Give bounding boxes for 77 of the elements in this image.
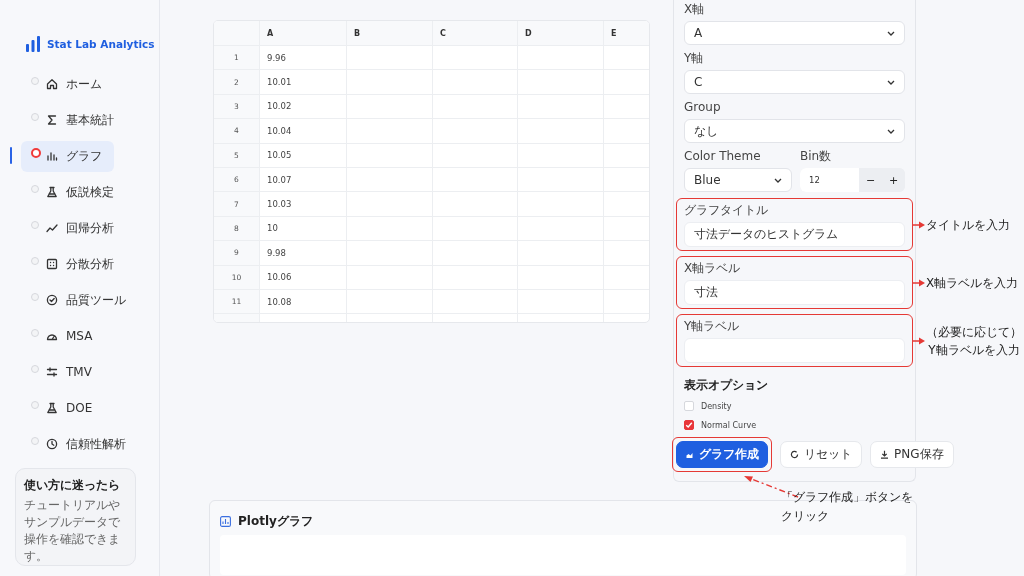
bar-chart-icon	[46, 150, 58, 162]
field-label: Color Theme	[684, 149, 762, 164]
nav-item[interactable]: 信頼性解析	[21, 428, 138, 460]
chart-icon	[220, 515, 231, 527]
field-label: Bin数	[800, 149, 833, 164]
nav-item[interactable]: MSA	[21, 320, 105, 352]
sigma-icon	[46, 114, 58, 126]
nav-item[interactable]: 品質ツール	[21, 284, 138, 316]
table-cell[interactable]: 10.08	[260, 289, 347, 314]
radio-button[interactable]	[31, 148, 41, 158]
nav-item[interactable]: 回帰分析	[21, 212, 126, 244]
table-cell[interactable]: 10.03	[260, 192, 347, 216]
table-cell[interactable]: 10.06	[260, 265, 347, 289]
column-header[interactable]: E	[604, 21, 649, 45]
checkbox-label: Density	[701, 401, 732, 411]
table-cell[interactable]: 10.07	[260, 167, 347, 192]
table-cell[interactable]: 10.01	[260, 70, 347, 94]
column-header[interactable]: B	[347, 21, 433, 45]
select-field[interactable]: なし	[684, 119, 905, 143]
bar-chart-icon	[26, 36, 40, 52]
select-field[interactable]: A	[684, 21, 905, 45]
number-field[interactable]: 12	[800, 168, 859, 192]
nav-item[interactable]: 仮説検定	[21, 176, 126, 208]
refresh-icon	[790, 450, 799, 459]
checkbox-label: Normal Curve	[701, 420, 757, 430]
nav-item[interactable]: 基本統計	[21, 104, 126, 136]
text-field[interactable]: 寸法データのヒストグラム	[684, 222, 905, 247]
chart-icon	[685, 450, 694, 459]
grid-icon	[46, 258, 58, 270]
section-title: 表示オプション	[684, 378, 769, 393]
field-label: グラフタイトル	[684, 203, 769, 218]
download-button[interactable]: PNG保存	[870, 441, 954, 468]
chevron-down-icon	[887, 30, 895, 36]
chevron-down-icon	[887, 128, 895, 134]
field-label: Y軸ラベル	[684, 319, 741, 334]
select-field[interactable]: C	[684, 70, 905, 94]
home-icon	[46, 78, 58, 90]
chevron-down-icon	[887, 79, 895, 85]
annotation-text: タイトルを入力	[926, 216, 1010, 234]
check-circle-icon	[46, 294, 58, 306]
clock-icon	[46, 438, 58, 450]
column-header[interactable]: C	[433, 21, 518, 45]
table-cell[interactable]: 9.98	[260, 241, 347, 265]
download-icon	[880, 450, 889, 459]
nav-item[interactable]: TMV	[21, 356, 104, 388]
flask-icon	[46, 402, 58, 414]
nav-item[interactable]: グラフ	[21, 140, 114, 172]
field-label: Group	[684, 100, 722, 115]
trend-line-icon	[46, 222, 58, 234]
table-cell[interactable]: 10.04	[260, 119, 347, 143]
table-cell[interactable]: 10.02	[260, 94, 347, 119]
select-field[interactable]: Blue	[684, 168, 792, 192]
nav-item[interactable]: 分散分析	[21, 248, 126, 280]
field-label: Y軸	[684, 51, 705, 66]
column-header[interactable]: A	[260, 21, 347, 45]
annotation-text: X軸ラベルを入力	[926, 274, 1019, 292]
field-label: X軸ラベル	[684, 261, 742, 276]
annotation-text: （必要に応じて） Y軸ラベルを入力	[926, 323, 1022, 359]
reset-button[interactable]: リセット	[780, 441, 862, 468]
column-header[interactable]: D	[518, 21, 604, 45]
table-cell[interactable]: 10	[260, 216, 347, 241]
checkbox[interactable]	[684, 420, 694, 430]
sliders-icon	[46, 366, 58, 378]
chevron-down-icon	[774, 177, 782, 183]
help-text: チュートリアルやサンプルデータで操作を確認できます。	[24, 497, 121, 565]
nav-item[interactable]: DOE	[21, 392, 105, 424]
nav-item[interactable]: ホーム	[21, 68, 114, 100]
create-graph-button[interactable]: グラフ作成	[676, 441, 768, 468]
table-cell[interactable]: 10.05	[260, 143, 347, 167]
card-title: Plotlyグラフ	[238, 512, 313, 530]
field-label: X軸	[684, 2, 706, 17]
annotation-text: 「グラフ作成」ボタンをクリック	[781, 489, 914, 525]
table-cell[interactable]: 9.96	[260, 46, 347, 70]
help-title: 使い方に迷ったら	[24, 477, 121, 494]
app-title: Stat Lab Analytics	[47, 38, 155, 50]
flask-icon	[46, 186, 58, 198]
text-field[interactable]: 寸法	[684, 280, 905, 305]
